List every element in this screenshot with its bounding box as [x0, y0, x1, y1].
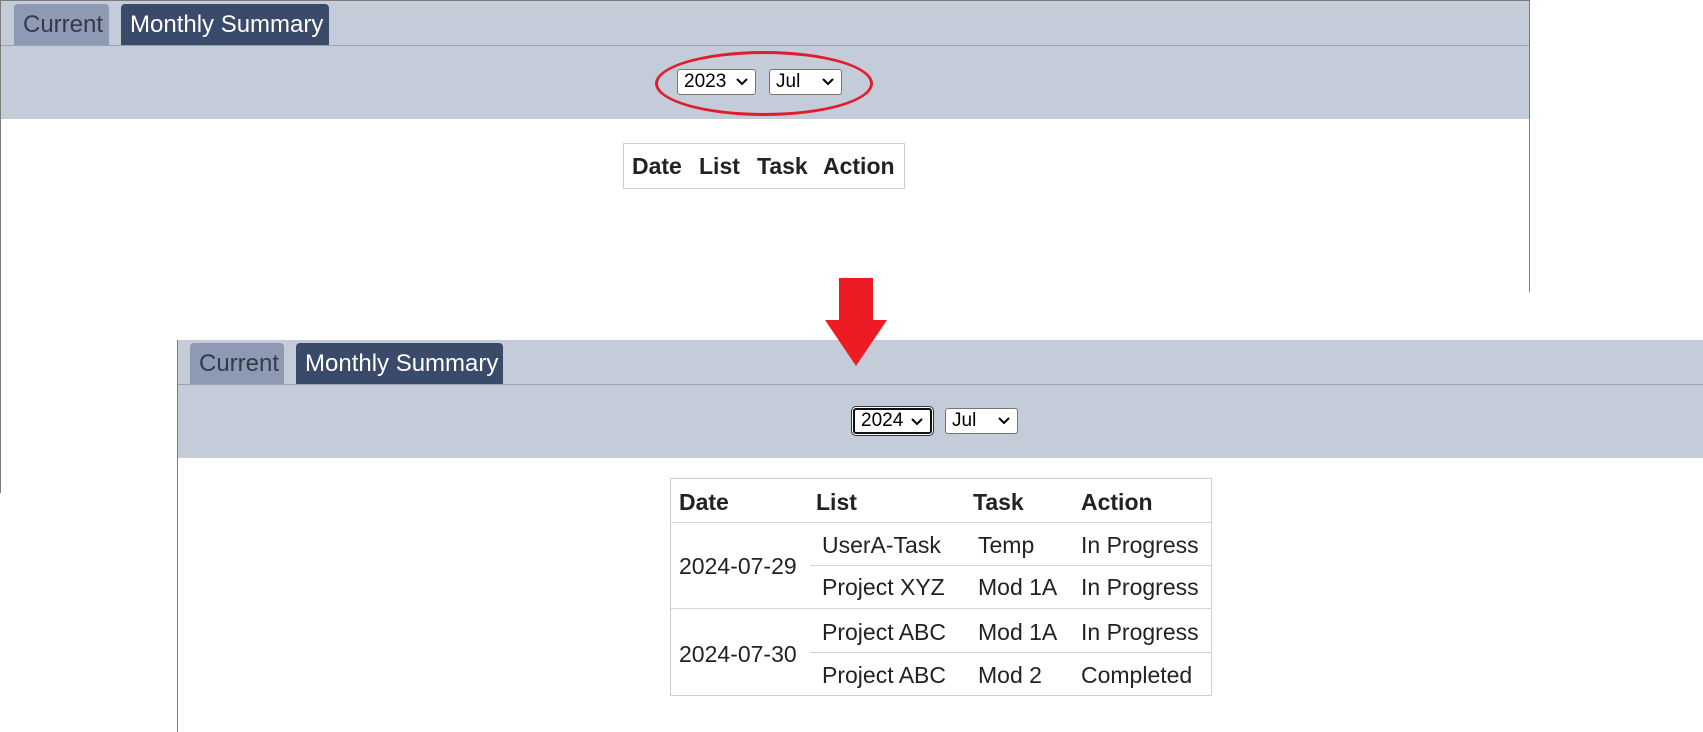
column-header-action: Action [1081, 489, 1153, 515]
row-divider [671, 522, 1211, 523]
month-select-value: Jul [952, 410, 977, 431]
column-header-task: Task [757, 153, 808, 179]
filter-bar: 2024 Jul [178, 385, 1703, 458]
column-header-task: Task [973, 489, 1024, 515]
list-cell: UserA-Task [822, 532, 941, 558]
column-header-date: Date [679, 489, 729, 515]
column-header-date: Date [632, 153, 682, 179]
row-divider [810, 565, 1211, 566]
chevron-down-icon [998, 417, 1010, 425]
list-cell: Project ABC [822, 619, 946, 645]
list-cell: Project XYZ [822, 574, 945, 600]
column-header-action: Action [823, 153, 895, 179]
year-select[interactable]: 2024 [853, 408, 932, 434]
action-cell: In Progress [1081, 574, 1199, 600]
tab-monthly-summary[interactable]: Monthly Summary [121, 4, 329, 45]
after-screenshot: Current Monthly Summary 2024 Jul Date Li… [177, 340, 1703, 732]
task-cell: Mod 2 [978, 662, 1042, 688]
summary-table: Date List Task Action 2024-07-29 UserA-T… [670, 478, 1212, 696]
date-cell: 2024-07-30 [679, 641, 797, 667]
row-divider [671, 608, 1211, 609]
row-divider [810, 652, 1211, 653]
list-cell: Project ABC [822, 662, 946, 688]
task-cell: Mod 1A [978, 619, 1058, 645]
highlight-ellipse [655, 51, 873, 116]
summary-table: Date List Task Action [623, 143, 905, 189]
chevron-down-icon [911, 418, 923, 426]
action-cell: In Progress [1081, 619, 1199, 645]
task-cell: Temp [978, 532, 1035, 558]
date-cell: 2024-07-29 [679, 553, 797, 579]
down-arrow-icon [825, 278, 887, 366]
tab-current[interactable]: Current [190, 343, 284, 384]
tab-monthly-summary[interactable]: Monthly Summary [296, 343, 503, 384]
action-cell: In Progress [1081, 532, 1199, 558]
tab-current[interactable]: Current [14, 4, 109, 45]
panel-background-gap [1528, 292, 1703, 340]
column-header-list: List [816, 489, 857, 515]
month-select[interactable]: Jul [945, 408, 1018, 434]
action-cell: Completed [1081, 662, 1193, 688]
year-select-value: 2024 [861, 410, 904, 431]
tab-bar: Current Monthly Summary [178, 340, 1703, 385]
task-cell: Mod 1A [978, 574, 1058, 600]
column-header-list: List [699, 153, 740, 179]
tab-bar: Current Monthly Summary [1, 1, 1529, 46]
